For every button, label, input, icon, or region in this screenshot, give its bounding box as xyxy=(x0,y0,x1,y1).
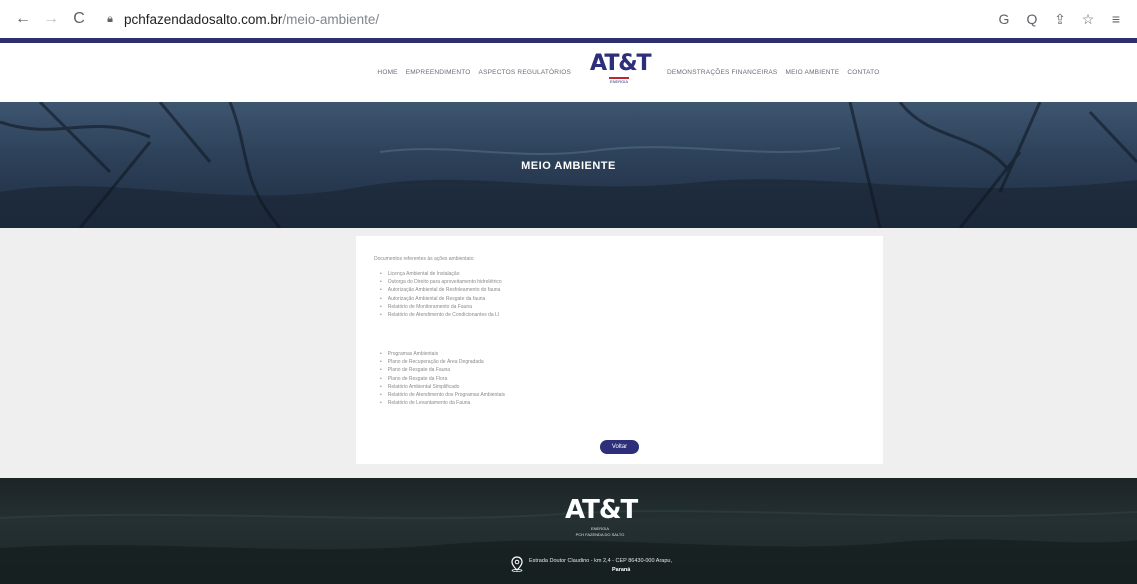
page-title: MEIO AMBIENTE xyxy=(521,160,616,172)
main-menu-right: Demonstrações financeiras Meio ambiente … xyxy=(663,43,883,102)
footer-logo-text: AT&T xyxy=(565,495,638,525)
document-link[interactable]: Autorização Ambiental de Resfoleamento d… xyxy=(380,286,502,294)
location-pin-icon xyxy=(511,556,523,572)
browser-actions: G Q ⇪ ☆ ≡ xyxy=(989,0,1129,38)
footer-logo[interactable]: AT&T ENERGIA PCH FAZENDA DO SALTO xyxy=(565,495,638,537)
logo-text: AT&T xyxy=(590,51,652,76)
back-arrow-icon[interactable]: ← xyxy=(10,6,36,32)
menu-item-aspectos-regulatorios[interactable]: Aspectos regulatórios xyxy=(479,69,571,76)
site-logo[interactable]: AT&T ENERGIA xyxy=(590,51,652,98)
footer-city: Paraná xyxy=(612,567,631,573)
document-link[interactable]: Relatório de Levantamento da Fauna xyxy=(380,399,505,407)
url-path: /meio-ambiente/ xyxy=(282,11,380,27)
forward-arrow-icon[interactable]: → xyxy=(38,6,64,32)
document-link[interactable]: Autorização Ambiental de Resgate da faun… xyxy=(380,295,502,303)
site-header: Home Empreendimento Aspectos regulatório… xyxy=(0,43,1137,102)
back-button[interactable]: Voltar xyxy=(600,440,639,454)
logo-subtext: ENERGIA xyxy=(609,79,628,84)
main-menu-left: Home Empreendimento Aspectos regulatório… xyxy=(373,43,575,102)
document-link[interactable]: Relatório de Monitoramento da Fauna xyxy=(380,303,502,311)
lock-icon[interactable]: 🔒︎ xyxy=(102,13,118,26)
reading-list-icon[interactable]: ≡ xyxy=(1103,11,1129,27)
reload-icon[interactable]: C xyxy=(66,6,92,32)
browser-toolbar: ← → C 🔒︎ pchfazendadosalto.com.br/meio-a… xyxy=(0,0,1137,38)
hero-banner: MEIO AMBIENTE xyxy=(0,102,1137,228)
document-link[interactable]: Plano de Resgate da Flora xyxy=(380,375,505,383)
zoom-icon[interactable]: Q xyxy=(1019,11,1045,27)
footer-address: Estrada Doutor Claudino - km 2,4 - CEP 8… xyxy=(529,558,672,564)
document-link[interactable]: Programas Ambientais xyxy=(380,350,505,358)
document-link[interactable]: Relatório Ambiental Simplificado xyxy=(380,383,505,391)
intro-text: Documentos referentes às ações ambientai… xyxy=(374,256,475,262)
document-link[interactable]: Licença Ambiental de Instalação xyxy=(380,270,502,278)
document-link[interactable]: Plano de Recuperação de Área Degradada xyxy=(380,358,505,366)
document-link[interactable]: Relatório de Atendimento de Condicionant… xyxy=(380,311,502,319)
footer-logo-line2: PCH FAZENDA DO SALTO xyxy=(575,532,625,537)
google-icon[interactable]: G xyxy=(991,11,1017,27)
content-card: Documentos referentes às ações ambientai… xyxy=(356,236,883,464)
url-domain: pchfazendadosalto.com.br xyxy=(124,11,283,27)
document-link[interactable]: Outorga do Direito para aproveitamento h… xyxy=(380,278,502,286)
document-link[interactable]: Relatório de Atendimento dos Programas A… xyxy=(380,391,505,399)
documents-list-1: Licença Ambiental de Instalação Outorga … xyxy=(380,270,502,319)
menu-item-meio-ambiente[interactable]: Meio ambiente xyxy=(785,69,839,76)
menu-item-empreendimento[interactable]: Empreendimento xyxy=(406,69,471,76)
site-footer: AT&T ENERGIA PCH FAZENDA DO SALTO Estrad… xyxy=(0,478,1137,584)
menu-item-home[interactable]: Home xyxy=(377,69,397,76)
menu-item-demonstracoes-financeiras[interactable]: Demonstrações financeiras xyxy=(667,69,777,76)
document-link[interactable]: Plano de Resgate da Fauna xyxy=(380,366,505,374)
documents-list-2: Programas Ambientais Plano de Recuperaçã… xyxy=(380,350,505,407)
bookmark-star-icon[interactable]: ☆ xyxy=(1075,11,1101,28)
share-icon[interactable]: ⇪ xyxy=(1047,11,1073,28)
menu-item-contato[interactable]: Contato xyxy=(847,69,879,76)
address-bar[interactable]: 🔒︎ pchfazendadosalto.com.br/meio-ambient… xyxy=(102,5,982,33)
